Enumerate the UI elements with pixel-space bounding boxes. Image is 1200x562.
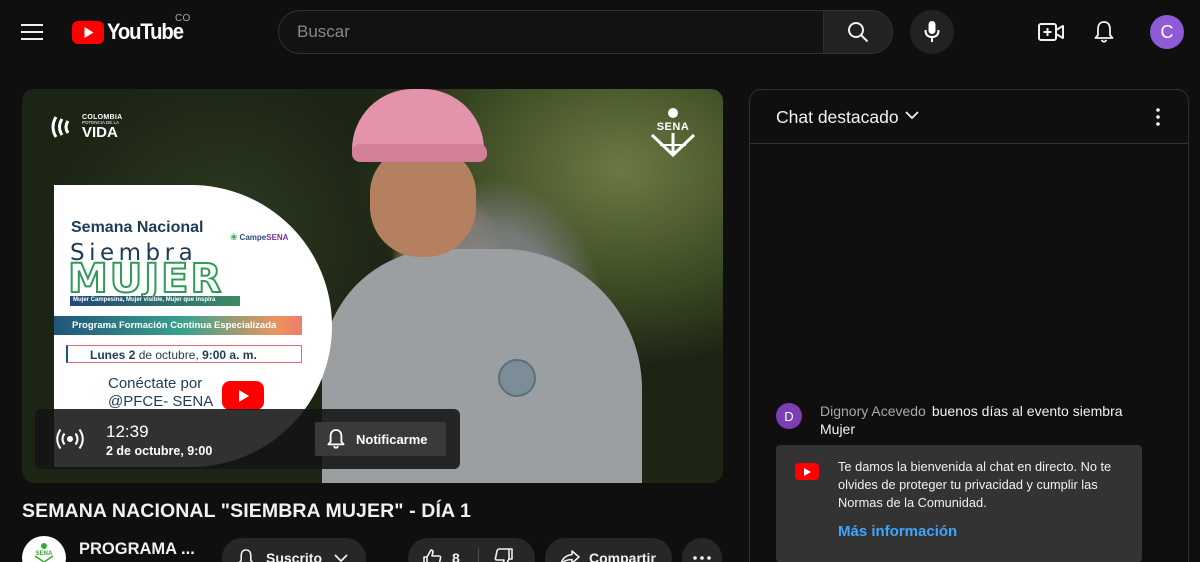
campesena-prefix: Campe — [239, 233, 267, 242]
hoodie-emblem — [498, 359, 536, 397]
upcoming-live-panel: 12:39 2 de octubre, 9:00 Notificarme — [35, 409, 460, 469]
chat-message-author[interactable]: Dignory Acevedo — [820, 403, 926, 419]
sena-wordmark: SENA — [656, 121, 690, 133]
top-bar: YouTube CO C — [0, 0, 1200, 64]
sena-logo: SENA — [650, 107, 696, 159]
chat-message-body: Dignory Acevedo buenos días al evento sie… — [820, 402, 1150, 438]
bell-icon — [327, 429, 345, 449]
poster-date-mid: de octubre, — [135, 348, 203, 362]
chevron-down-icon — [334, 554, 348, 562]
voice-search-button[interactable] — [910, 10, 954, 54]
chat-message-avatar[interactable]: D — [776, 403, 802, 429]
sena-emblem-icon — [668, 108, 678, 118]
search-button[interactable] — [823, 10, 893, 54]
youtube-logo[interactable]: YouTube — [72, 19, 189, 45]
subscribed-button[interactable]: Suscrito — [222, 538, 366, 562]
more-actions-button[interactable] — [682, 538, 722, 562]
chat-options-button[interactable] — [1146, 104, 1170, 130]
video-player[interactable]: COLOMBIA POTENCIA DE LA VIDA SENA Semana… — [22, 89, 723, 483]
create-button[interactable] — [1031, 12, 1071, 52]
colombia-emblem-icon — [51, 116, 70, 138]
notifications-button[interactable] — [1084, 12, 1124, 52]
subscribed-label: Suscrito — [266, 550, 323, 562]
colombia-vida: VIDA — [82, 124, 118, 142]
like-count: 8 — [452, 550, 460, 562]
thumbnail-face — [370, 147, 476, 257]
account-avatar[interactable]: C — [1150, 15, 1184, 49]
poster-connect: Conéctate por @PFCE- SENA — [108, 375, 213, 411]
sena-arrows-icon — [650, 133, 696, 158]
channel-avatar-text: SENA — [36, 551, 53, 557]
hamburger-icon — [21, 24, 43, 40]
video-camera-plus-icon — [1038, 23, 1064, 41]
like-divider — [478, 548, 479, 562]
scheduled-time: 12:39 — [106, 422, 149, 441]
poster-title: Semana Nacional — [71, 219, 204, 236]
share-arrow-icon — [560, 550, 580, 562]
notify-me-button[interactable]: Notificarme — [315, 422, 446, 456]
poster-tagline: Mujer Campesina, Mujer visible, Mujer qu… — [70, 296, 240, 306]
colombia-logo: COLOMBIA POTENCIA DE LA VIDA — [48, 113, 123, 141]
thumbs-up-icon[interactable] — [422, 548, 442, 562]
poster-youtube-icon — [222, 381, 264, 410]
live-chat-panel: Chat destacado D Dignory Acevedo buenos d… — [749, 89, 1189, 562]
live-broadcast-icon — [56, 428, 84, 450]
bell-icon — [238, 549, 254, 562]
video-title: SEMANA NACIONAL "SIEMBRA MUJER" - DÍA 1 — [22, 500, 471, 522]
poster-date-time: 9:00 a. m. — [202, 348, 257, 362]
chat-mode-selector[interactable]: Chat destacado — [776, 107, 899, 128]
leaf-icon: ❀ — [230, 232, 238, 242]
poster-date-day: Lunes 2 — [90, 348, 136, 362]
search-box — [278, 10, 824, 54]
thumbs-down-icon[interactable] — [494, 548, 514, 562]
more-vertical-icon — [1156, 108, 1160, 126]
bell-icon — [1094, 21, 1114, 43]
channel-name[interactable]: PROGRAMA ... — [79, 540, 195, 559]
share-label: Compartir — [589, 550, 656, 562]
sena-emblem-icon: SENA — [34, 543, 54, 562]
microphone-icon — [924, 21, 940, 42]
campesena-logo: ❀ Campe SENA — [230, 232, 288, 243]
country-code: CO — [175, 13, 191, 24]
welcome-text: Te damos la bienvenida al chat en direct… — [838, 459, 1112, 510]
poster-mujer: MUJER — [67, 256, 224, 302]
notify-me-label: Notificarme — [356, 431, 428, 447]
menu-button[interactable] — [12, 12, 52, 52]
scheduled-date: 2 de octubre, 9:00 — [106, 444, 213, 458]
more-info-link[interactable]: Más información — [838, 523, 957, 540]
chevron-down-icon[interactable] — [905, 110, 919, 120]
youtube-play-icon — [795, 463, 819, 480]
poster-program: Programa Formación Continua Especializad… — [54, 316, 302, 335]
logo-wordmark: YouTube — [107, 19, 184, 44]
poster-connect-line1: Conéctate por — [108, 375, 203, 392]
youtube-play-icon — [72, 20, 104, 44]
thumbnail-cap-brim — [352, 144, 487, 162]
poster-date: Lunes 2 de octubre, 9:00 a. m. — [66, 345, 302, 363]
share-button[interactable]: Compartir — [545, 538, 672, 562]
like-dislike-group: 8 — [408, 538, 535, 562]
chat-welcome-notice: Te damos la bienvenida al chat en direct… — [776, 445, 1142, 562]
campesena-suffix: SENA — [266, 233, 289, 242]
chat-header: Chat destacado — [750, 90, 1188, 144]
more-horizontal-icon — [693, 556, 711, 560]
search-input[interactable] — [297, 11, 817, 53]
search-icon — [848, 22, 869, 43]
channel-avatar[interactable]: SENA — [22, 536, 66, 562]
